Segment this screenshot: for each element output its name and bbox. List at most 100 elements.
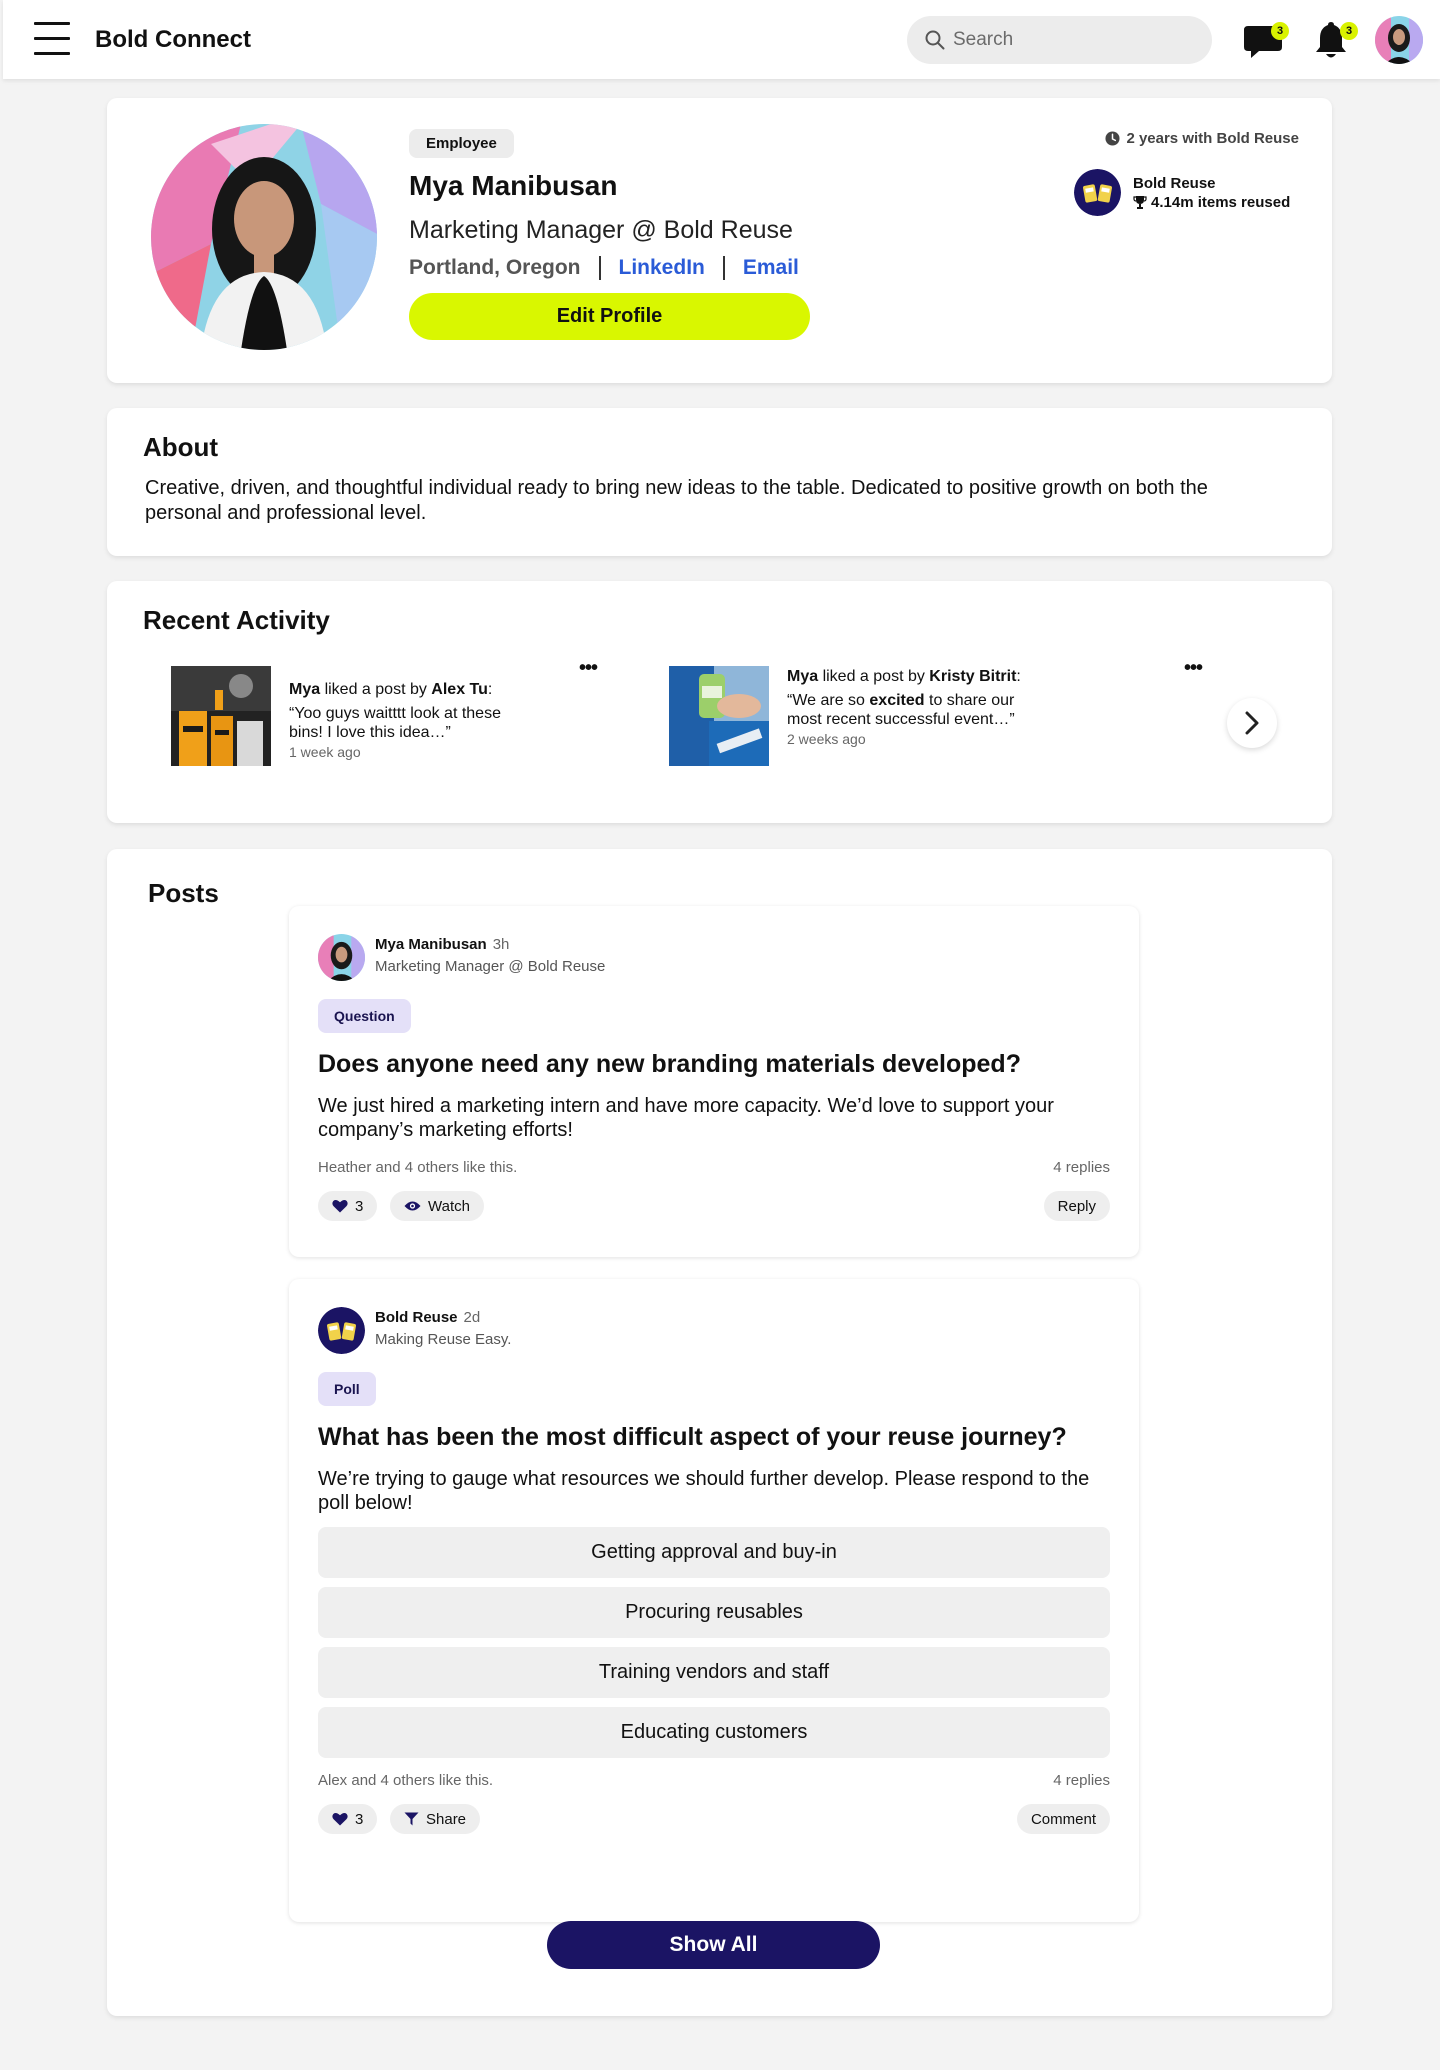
activity-action: liked a post by xyxy=(320,681,432,698)
activity-item[interactable]: Mya liked a post by Alex Tu: “Yoo guys w… xyxy=(171,666,571,786)
profile-card: Employee Mya Manibusan Marketing Manager… xyxy=(107,98,1332,383)
org-stat-text: 4.14m items reused xyxy=(1151,193,1291,211)
post-time: 2d xyxy=(463,1309,481,1326)
divider xyxy=(722,256,725,280)
reply-button[interactable]: Reply xyxy=(1043,1191,1110,1221)
profile-name: Mya Manibusan xyxy=(409,170,618,201)
like-button[interactable]: 3 xyxy=(318,1804,378,1834)
show-all-button[interactable]: Show All xyxy=(547,1921,880,1969)
linkedin-link[interactable]: LinkedIn xyxy=(619,256,705,280)
like-count: 3 xyxy=(355,1810,364,1828)
post-card: Mya Manibusan 3h Marketing Manager @ Bold… xyxy=(289,906,1139,1257)
recent-activity-card: Recent Activity Mya liked a post by Alex… xyxy=(107,581,1332,823)
org-stat: 4.14m items reused xyxy=(1133,194,1290,211)
post-tag: Poll xyxy=(318,1372,376,1406)
post-text: We’re trying to gauge what resources we … xyxy=(318,1468,1090,1514)
messages-badge: 3 xyxy=(1271,22,1289,40)
post-author-avatar[interactable] xyxy=(318,1307,365,1354)
search-icon xyxy=(925,30,945,50)
activity-quote: “We are so excited to share our most rec… xyxy=(787,692,1015,728)
about-card: About Creative, driven, and thoughtful i… xyxy=(107,408,1332,556)
messages-button[interactable]: 3 xyxy=(1241,18,1289,62)
activity-colon: : xyxy=(487,681,493,698)
chevron-right-icon xyxy=(1245,711,1259,735)
search-input[interactable] xyxy=(953,29,1193,51)
divider xyxy=(598,256,601,280)
poll-option[interactable]: Educating customers xyxy=(318,1707,1110,1758)
like-count: 3 xyxy=(355,1197,364,1215)
top-bar: Bold Connect 3 3 xyxy=(3,0,1440,79)
more-options-icon[interactable]: ••• xyxy=(1184,658,1203,678)
post-author-avatar[interactable] xyxy=(318,934,365,981)
like-button[interactable]: 3 xyxy=(318,1191,378,1221)
carousel-next-button[interactable] xyxy=(1227,698,1277,748)
tenure-text: 2 years with Bold Reuse xyxy=(1126,130,1299,147)
org-name: Bold Reuse xyxy=(1133,174,1216,192)
org-logo xyxy=(1074,169,1121,216)
post-question[interactable]: What has been the most difficult aspect … xyxy=(318,1423,1067,1452)
app-brand[interactable]: Bold Connect xyxy=(95,26,251,54)
comment-button[interactable]: Comment xyxy=(1016,1804,1110,1834)
heart-icon xyxy=(332,1812,348,1826)
comment-label: Comment xyxy=(1030,1810,1096,1828)
poll-option[interactable]: Procuring reusables xyxy=(318,1587,1110,1638)
activity-thumbnail xyxy=(669,666,769,766)
reply-label: Reply xyxy=(1057,1197,1096,1215)
profile-location: Portland, Oregon xyxy=(409,256,581,279)
activity-text: Mya liked a post by Alex Tu: “Yoo guys w… xyxy=(289,680,529,762)
recent-activity-heading: Recent Activity xyxy=(143,605,330,635)
share-button[interactable]: Share xyxy=(390,1804,481,1834)
watch-button[interactable]: Watch xyxy=(390,1191,484,1221)
activity-target[interactable]: Kristy Bitrit xyxy=(929,668,1016,685)
profile-photo xyxy=(151,124,377,350)
tenure-info: 2 years with Bold Reuse xyxy=(1105,130,1299,147)
activity-thumbnail xyxy=(171,666,271,766)
profile-contact-row: Portland, Oregon LinkedIn Email xyxy=(409,256,799,280)
about-heading: About xyxy=(143,432,219,462)
post-author-name[interactable]: Mya Manibusan xyxy=(375,936,487,953)
post-author-subtitle: Marketing Manager @ Bold Reuse xyxy=(375,958,606,975)
clock-icon xyxy=(1105,131,1120,146)
profile-title: Marketing Manager @ Bold Reuse xyxy=(409,216,793,244)
posts-card: Posts Mya Manibusan 3h Marketing Manager … xyxy=(107,849,1332,2016)
activity-item[interactable]: Mya liked a post by Kristy Bitrit: “We a… xyxy=(669,666,1069,786)
post-author: Mya Manibusan 3h xyxy=(375,936,509,953)
share-label: Share xyxy=(426,1810,467,1828)
activity-actor: Mya xyxy=(289,681,321,698)
eye-icon xyxy=(404,1201,421,1211)
post-text: We just hired a marketing intern and hav… xyxy=(318,1095,1054,1141)
edit-profile-button[interactable]: Edit Profile xyxy=(409,293,810,340)
email-link[interactable]: Email xyxy=(743,256,799,280)
share-icon xyxy=(404,1812,419,1826)
posts-heading: Posts xyxy=(148,878,219,908)
activity-target[interactable]: Alex Tu xyxy=(431,681,488,698)
trophy-icon xyxy=(1133,196,1147,209)
post-time: 3h xyxy=(492,936,510,953)
activity-action: liked a post by xyxy=(818,668,930,685)
activity-quote: “Yoo guys waitttt look at these bins! I … xyxy=(289,705,501,741)
activity-actor: Mya xyxy=(787,668,819,685)
organization-info[interactable]: Bold Reuse 4.14m items reused xyxy=(1074,169,1290,216)
more-options-icon[interactable]: ••• xyxy=(579,658,598,678)
employee-badge: Employee xyxy=(409,129,514,158)
search-bar[interactable] xyxy=(907,16,1212,64)
heart-icon xyxy=(332,1199,348,1213)
post-question[interactable]: Does anyone need any new branding materi… xyxy=(318,1050,1021,1079)
poll-option[interactable]: Training vendors and staff xyxy=(318,1647,1110,1698)
menu-icon[interactable] xyxy=(32,20,72,56)
activity-time: 2 weeks ago xyxy=(787,731,866,747)
activity-colon: : xyxy=(1016,668,1021,685)
notifications-badge: 3 xyxy=(1340,22,1358,40)
notifications-button[interactable]: 3 xyxy=(1310,18,1358,62)
post-author-subtitle: Making Reuse Easy. xyxy=(375,1331,512,1348)
post-replies-count[interactable]: 4 replies xyxy=(1053,1159,1110,1176)
post-author-name[interactable]: Bold Reuse xyxy=(375,1309,458,1326)
user-avatar[interactable] xyxy=(1375,16,1423,64)
activity-time: 1 week ago xyxy=(289,744,361,760)
post-likes-text: Heather and 4 others like this. xyxy=(318,1159,518,1176)
poll-option[interactable]: Getting approval and buy-in xyxy=(318,1527,1110,1578)
watch-label: Watch xyxy=(428,1197,470,1215)
about-text: Creative, driven, and thoughtful individ… xyxy=(145,477,1208,524)
activity-text: Mya liked a post by Kristy Bitrit: “We a… xyxy=(787,667,1027,749)
post-tag: Question xyxy=(318,999,411,1033)
